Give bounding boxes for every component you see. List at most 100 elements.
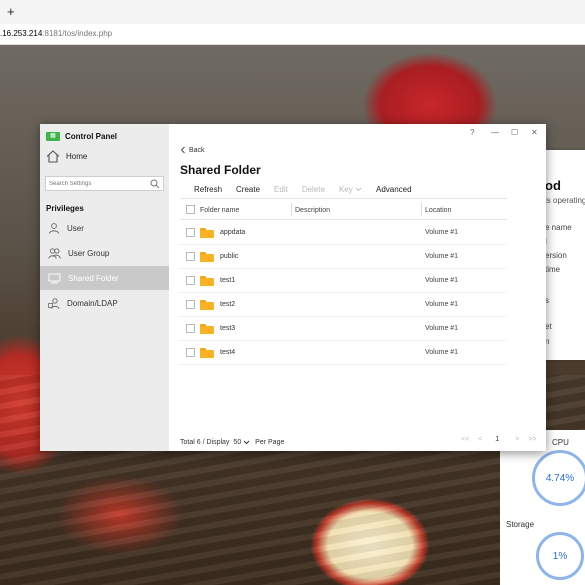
folder-name: appdata: [220, 229, 246, 236]
folder-location: Volume #1: [425, 277, 459, 284]
control-panel-logo-icon: ▦: [46, 131, 60, 141]
key-dropdown[interactable]: Key: [339, 185, 362, 194]
chevron-down-icon: [243, 440, 250, 444]
folder-name: test3: [220, 325, 236, 332]
user-group-icon: [48, 248, 61, 259]
row-checkbox[interactable]: [185, 276, 195, 285]
column-header-description[interactable]: Description: [295, 207, 330, 214]
search-settings-box[interactable]: [45, 176, 164, 191]
table-row[interactable]: test3 Volume #1: [180, 317, 507, 341]
chevron-left-icon: [180, 146, 185, 154]
select-all-checkbox[interactable]: [185, 205, 195, 214]
per-page-label: Per Page: [255, 438, 285, 446]
widget-line: e name: [545, 223, 572, 232]
address-path: :8181/tos/index.php: [42, 29, 113, 38]
back-label: Back: [189, 146, 205, 154]
column-separator[interactable]: [421, 203, 422, 216]
folder-icon: [200, 347, 214, 358]
sidebar-item-label: User Group: [68, 248, 110, 258]
column-header-location[interactable]: Location: [425, 207, 451, 214]
widget-line: ersion: [545, 251, 567, 260]
sidebar-item-label: User: [67, 223, 84, 233]
folder-location: Volume #1: [425, 229, 459, 236]
row-checkbox[interactable]: [185, 300, 195, 309]
folder-name: test2: [220, 301, 236, 308]
address-url[interactable]: .16.253.214:8181/tos/index.php: [0, 29, 112, 38]
folder-name: public: [220, 253, 239, 260]
widget-line: time: [545, 265, 561, 274]
back-link[interactable]: Back: [180, 146, 205, 154]
sidebar-item-user-group[interactable]: User Group: [40, 241, 169, 265]
sidebar-item-label: Domain/LDAP: [67, 298, 118, 308]
pagination: << < 1 > >>: [461, 436, 545, 443]
folder-name: test4: [220, 349, 236, 356]
widget-title: od: [545, 178, 561, 193]
table-row[interactable]: test2 Volume #1: [180, 293, 507, 317]
home-icon: [46, 150, 60, 163]
domain-ldap-icon: [48, 297, 60, 309]
column-separator[interactable]: [291, 203, 292, 216]
close-button[interactable]: ✕: [531, 128, 538, 137]
table-row[interactable]: appdata Volume #1: [180, 221, 507, 245]
minimize-button[interactable]: —: [491, 128, 499, 137]
app-title: Control Panel: [65, 131, 118, 141]
prev-page-button[interactable]: <: [478, 436, 482, 443]
row-checkbox[interactable]: [185, 324, 195, 333]
table-row[interactable]: public Volume #1: [180, 245, 507, 269]
search-settings-input[interactable]: [46, 177, 145, 190]
storage-value: 1%: [552, 550, 568, 562]
new-tab-button[interactable]: +: [7, 5, 15, 18]
refresh-button[interactable]: Refresh: [194, 185, 222, 194]
resource-monitor-widget: CPU 4.74% Storage 1%: [500, 430, 585, 585]
table-header: Folder name Description Location: [180, 200, 507, 220]
address-bar[interactable]: .16.253.214:8181/tos/index.php: [0, 24, 585, 45]
sidebar-item-shared-folder[interactable]: Shared Folder: [40, 266, 169, 290]
address-host: .16.253.214: [0, 29, 43, 38]
folder-icon: [200, 323, 214, 334]
key-label: Key: [338, 185, 353, 194]
control-panel-window: ▦ Control Panel Home Privileges User Use…: [40, 124, 546, 451]
maximize-button[interactable]: ☐: [511, 128, 518, 137]
sidebar-item-domain-ldap[interactable]: Domain/LDAP: [40, 291, 169, 315]
page-size-value: 50: [233, 438, 242, 446]
folder-icon: [200, 251, 214, 262]
row-checkbox[interactable]: [185, 348, 195, 357]
search-icon[interactable]: [150, 179, 160, 189]
browser-tab-strip: +: [0, 0, 585, 24]
shared-folder-icon: [48, 273, 61, 284]
last-page-button[interactable]: >>: [528, 436, 536, 443]
folder-table: appdata Volume #1 public Volume #1 test1…: [180, 221, 507, 365]
page-size-select[interactable]: 50: [233, 439, 250, 446]
storage-gauge: 1%: [536, 532, 584, 580]
system-info-widget: od is operating e name l ersion time s e…: [541, 150, 585, 360]
row-checkbox[interactable]: [185, 228, 195, 237]
table-row[interactable]: test1 Volume #1: [180, 269, 507, 293]
delete-button[interactable]: Delete: [302, 185, 325, 194]
folder-location: Volume #1: [425, 325, 459, 332]
widget-subtitle: is operating: [545, 196, 585, 205]
widget-line: et: [545, 322, 552, 331]
cpu-value: 4.74%: [545, 472, 575, 484]
main-content: ? — ☐ ✕ Back Shared Folder Refresh Creat…: [169, 124, 546, 451]
folder-icon: [200, 227, 214, 238]
storage-label: Storage: [506, 520, 535, 529]
cpu-label: CPU: [552, 438, 569, 447]
folder-icon: [200, 299, 214, 310]
folder-location: Volume #1: [425, 301, 459, 308]
folder-location: Volume #1: [425, 253, 459, 260]
create-button[interactable]: Create: [236, 185, 260, 194]
row-checkbox[interactable]: [185, 252, 195, 261]
help-button[interactable]: ?: [470, 128, 474, 137]
column-header-folder-name[interactable]: Folder name: [200, 207, 239, 214]
advanced-button[interactable]: Advanced: [376, 185, 412, 194]
first-page-button[interactable]: <<: [461, 436, 469, 443]
privileges-section-title: Privileges: [46, 204, 84, 213]
table-row[interactable]: test4 Volume #1: [180, 341, 507, 365]
next-page-button[interactable]: >: [515, 436, 519, 443]
edit-button[interactable]: Edit: [274, 185, 288, 194]
page-title: Shared Folder: [180, 163, 261, 177]
home-link[interactable]: Home: [46, 150, 87, 163]
page-number[interactable]: 1: [495, 436, 499, 443]
sidebar-item-user[interactable]: User: [40, 216, 169, 240]
cpu-gauge: 4.74%: [532, 450, 585, 506]
